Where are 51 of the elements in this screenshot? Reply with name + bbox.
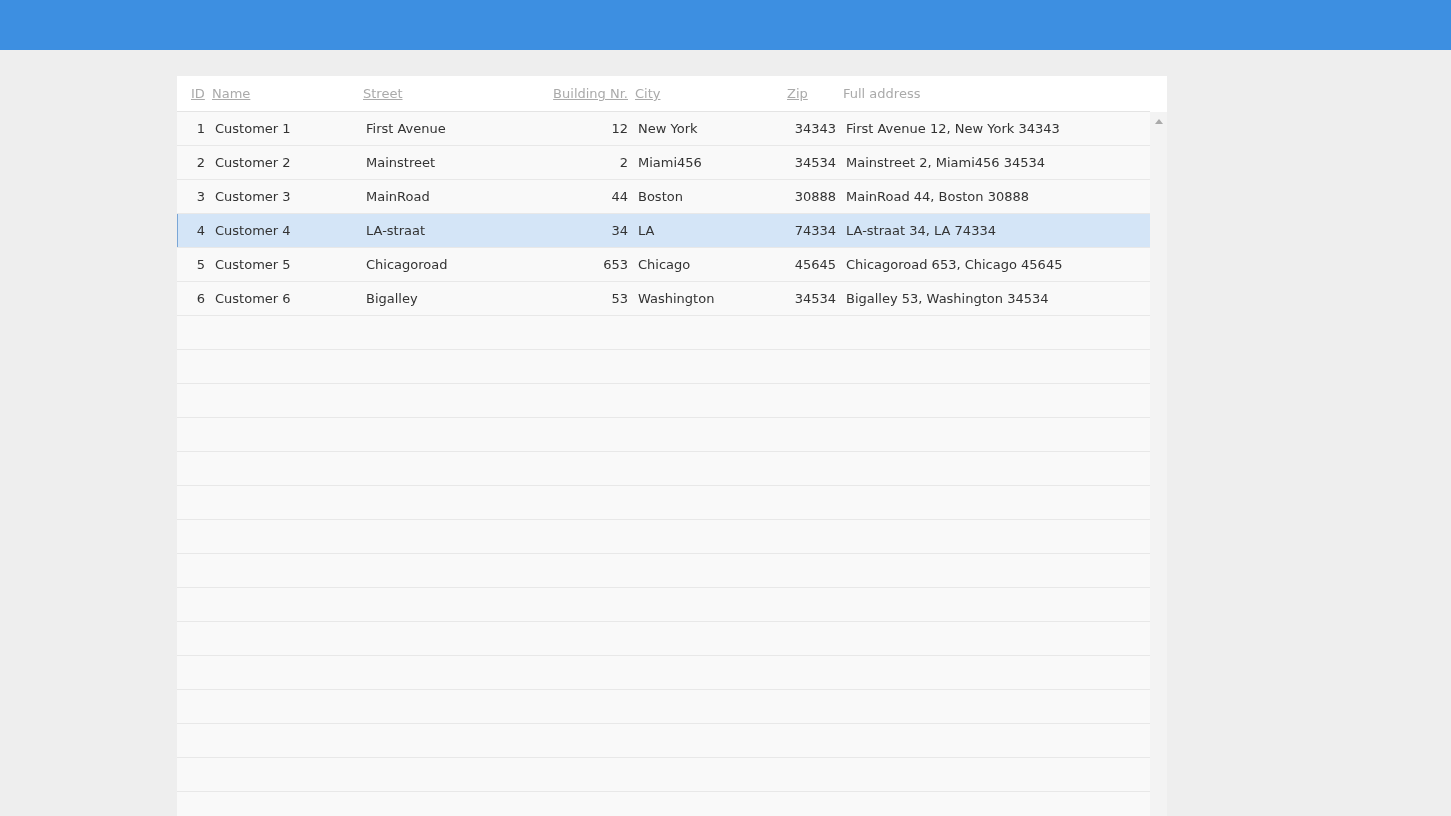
table-cell-text: 2 bbox=[195, 155, 206, 170]
table-cell-text: 53 bbox=[610, 291, 629, 306]
scrollbar[interactable] bbox=[1150, 112, 1167, 816]
table-cell-text: Chicagoroad 653, Chicago 45645 bbox=[845, 257, 1064, 272]
table-cell-text: Chicagoroad bbox=[365, 257, 449, 272]
table-cell-text: 34534 bbox=[793, 291, 837, 306]
table-cell-text: LA-straat 34, LA 74334 bbox=[845, 223, 997, 238]
table-cell-text: Mainstreet 2, Miami456 34534 bbox=[845, 155, 1047, 170]
table-cell-text: 4 bbox=[195, 223, 206, 238]
table-row[interactable]: 6 Customer 6 Bigalley 53 Washington 34534 Bigalley 53, Washington 34534 bbox=[177, 282, 1150, 316]
table-cell-text: 30888 bbox=[793, 189, 837, 204]
table-cell-text: MainRoad 44, Boston 30888 bbox=[845, 189, 1030, 204]
table-cell-text: Customer 1 bbox=[214, 121, 292, 136]
table-cell-text: 5 bbox=[195, 257, 206, 272]
table-cell-text: Customer 2 bbox=[214, 155, 292, 170]
table-cell-text: Chicago bbox=[637, 257, 692, 272]
table-cell-text: First Avenue 12, New York 34343 bbox=[845, 121, 1061, 136]
table-row[interactable]: 4 Customer 4 LA-straat 34 LA 74334 LA-straat 34, LA 74334 bbox=[177, 214, 1150, 248]
table-cell-text: Boston bbox=[637, 189, 684, 204]
table-cell-text: 12 bbox=[610, 121, 629, 136]
table-cell-text: 3 bbox=[195, 189, 206, 204]
table-cell-text: Customer 4 bbox=[214, 223, 292, 238]
table-row[interactable]: 3 Customer 3 MainRoad 44 Boston 30888 MainRoad 44, Boston 30888 bbox=[177, 180, 1150, 214]
table-cell-text: 653 bbox=[602, 257, 629, 272]
table-cell-text: 44 bbox=[610, 189, 629, 204]
table-cell-text: 1 bbox=[195, 121, 206, 136]
column-header: Full address bbox=[842, 86, 922, 101]
table-cell-text: Customer 3 bbox=[214, 189, 292, 204]
table-cell-text: New York bbox=[637, 121, 699, 136]
scroll-up-icon[interactable] bbox=[1154, 119, 1163, 124]
table-cell-text: 34534 bbox=[793, 155, 837, 170]
table-cell-text: MainRoad bbox=[365, 189, 431, 204]
table-cell-text: 34 bbox=[610, 223, 629, 238]
table-cell-text: 74334 bbox=[793, 223, 837, 238]
table-cell-text: 6 bbox=[195, 291, 206, 306]
table-cell-text: LA bbox=[637, 223, 656, 238]
table-cell-text: Bigalley bbox=[365, 291, 419, 306]
table-cell-text: Customer 6 bbox=[214, 291, 292, 306]
table-row[interactable]: 1 Customer 1 First Avenue 12 New York 34343 First Avenue 12, New York 34343 bbox=[177, 112, 1150, 146]
table-cell-text: 34343 bbox=[793, 121, 837, 136]
table-cell-text: Bigalley 53, Washington 34534 bbox=[845, 291, 1050, 306]
table-cell-text: 2 bbox=[618, 155, 629, 170]
table-cell-text: First Avenue bbox=[365, 121, 447, 136]
table-cell-text: 45645 bbox=[793, 257, 837, 272]
table-cell-text: Washington bbox=[637, 291, 716, 306]
table-row[interactable]: 2 Customer 2 Mainstreet 2 Miami456 34534 Mainstreet 2, Miami456 34534 bbox=[177, 146, 1150, 180]
table-cell-text: Customer 5 bbox=[214, 257, 292, 272]
table-cell-text: Mainstreet bbox=[365, 155, 437, 170]
table-cell-text: Miami456 bbox=[637, 155, 703, 170]
table-row[interactable]: 5 Customer 5 Chicagoroad 653 Chicago 45645 Chicagoroad 653, Chicago 45645 bbox=[177, 248, 1150, 282]
table-cell-text: LA-straat bbox=[365, 223, 427, 238]
